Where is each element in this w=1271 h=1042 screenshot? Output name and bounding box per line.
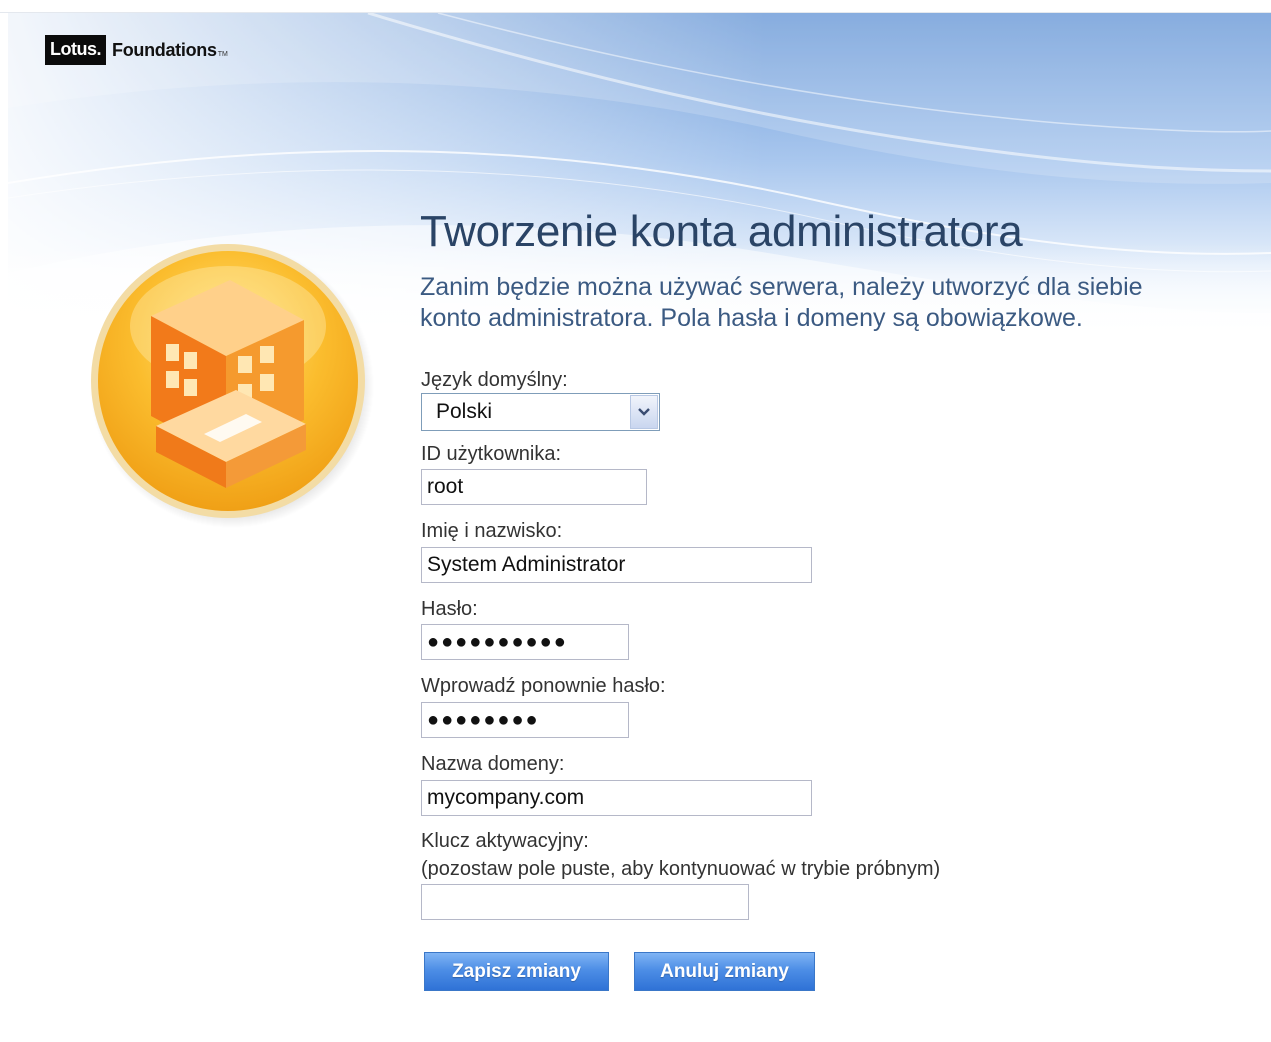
full-name-label: Imię i nazwisko: [421, 520, 563, 542]
logo-trademark: TM [217, 50, 228, 58]
language-select[interactable]: Polski [421, 393, 660, 431]
activation-key-input[interactable] [421, 884, 749, 920]
page-title: Tworzenie konta administratora [420, 207, 1023, 256]
lotus-foundations-logo: Lotus. Foundations TM [45, 34, 228, 66]
top-border [0, 0, 1271, 13]
logo-box: Lotus. [45, 35, 106, 65]
cancel-button[interactable]: Anuluj zmiany [634, 952, 815, 991]
password-confirm-input[interactable] [421, 702, 629, 738]
chevron-down-icon[interactable] [630, 395, 658, 429]
activation-key-label: Klucz aktywacyjny: [421, 830, 589, 852]
activation-key-hint: (pozostaw pole puste, aby kontynuować w … [421, 858, 941, 880]
language-select-value: Polski [436, 400, 493, 423]
domain-label: Nazwa domeny: [421, 753, 565, 775]
language-label: Język domyślny: [421, 369, 568, 391]
page-intro: Zanim będzie można używać serwera, należ… [420, 272, 1220, 334]
user-id-label: ID użytkownika: [421, 443, 562, 465]
full-name-input[interactable] [421, 547, 812, 583]
password-input[interactable] [421, 624, 629, 660]
intro-line-2: konto administratora. Pola hasła i domen… [420, 304, 1083, 332]
domain-input[interactable] [421, 780, 812, 816]
save-button[interactable]: Zapisz zmiany [424, 952, 609, 991]
password-confirm-label: Wprowadź ponownie hasło: [421, 675, 666, 697]
building-icon [86, 238, 374, 528]
user-id-input[interactable] [421, 469, 647, 505]
password-label: Hasło: [421, 598, 478, 620]
logo-text: Foundations [112, 39, 217, 60]
intro-line-1: Zanim będzie można używać serwera, należ… [420, 273, 1143, 301]
